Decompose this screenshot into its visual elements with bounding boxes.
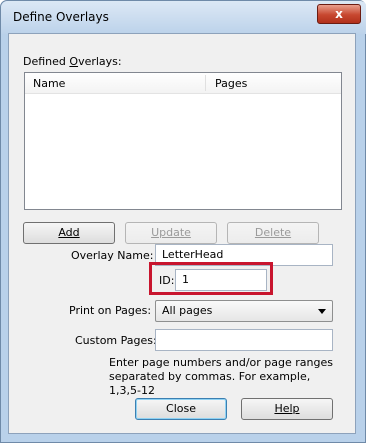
overlay-name-label: Overlay Name: — [71, 249, 154, 262]
title-bar: Define Overlays x — [1, 1, 366, 34]
id-label: ID: — [159, 274, 175, 287]
close-icon: x — [335, 7, 343, 21]
list-header: Name Pages — [25, 73, 341, 94]
print-on-pages-value: All pages — [162, 304, 213, 317]
close-window-button[interactable]: x — [317, 4, 361, 24]
column-separator — [205, 75, 206, 91]
chevron-down-icon — [318, 309, 326, 314]
close-button-label: Close — [166, 402, 196, 415]
custom-pages-hint: Enter page numbers and/or page ranges se… — [109, 356, 345, 398]
column-name-header[interactable]: Name — [33, 77, 65, 90]
add-button-label: Add — [58, 226, 80, 239]
custom-pages-label: Custom Pages: — [75, 334, 157, 347]
add-button[interactable]: Add — [23, 222, 115, 244]
update-button-label: Update — [151, 226, 191, 239]
update-button[interactable]: Update — [125, 222, 217, 244]
delete-button-label: Delete — [254, 226, 292, 239]
overlays-list[interactable]: Name Pages — [24, 72, 342, 210]
print-on-pages-dropdown[interactable]: All pages — [155, 300, 333, 322]
id-field[interactable]: 1 — [175, 269, 267, 291]
help-button[interactable]: Help — [241, 398, 333, 420]
custom-pages-field[interactable] — [155, 329, 333, 351]
close-button[interactable]: Close — [135, 398, 227, 420]
hint-line-1: Enter page numbers and/or page ranges — [109, 356, 333, 369]
dialog-client-area: Defined Overlays: Name Pages Add Update … — [8, 33, 356, 434]
defined-overlays-label: Defined Overlays: — [23, 55, 122, 68]
delete-button[interactable]: Delete — [227, 222, 319, 244]
window-title: Define Overlays — [13, 10, 109, 24]
mnemonic-o: O — [69, 55, 79, 68]
print-on-pages-label: Print on Pages: — [69, 304, 152, 317]
id-value: 1 — [182, 273, 189, 286]
help-button-label: Help — [274, 402, 300, 415]
overlay-name-value: LetterHead — [162, 248, 224, 261]
hint-line-2: separated by commas. For example, 1,3,5-… — [109, 370, 311, 397]
column-pages-header[interactable]: Pages — [215, 77, 247, 90]
